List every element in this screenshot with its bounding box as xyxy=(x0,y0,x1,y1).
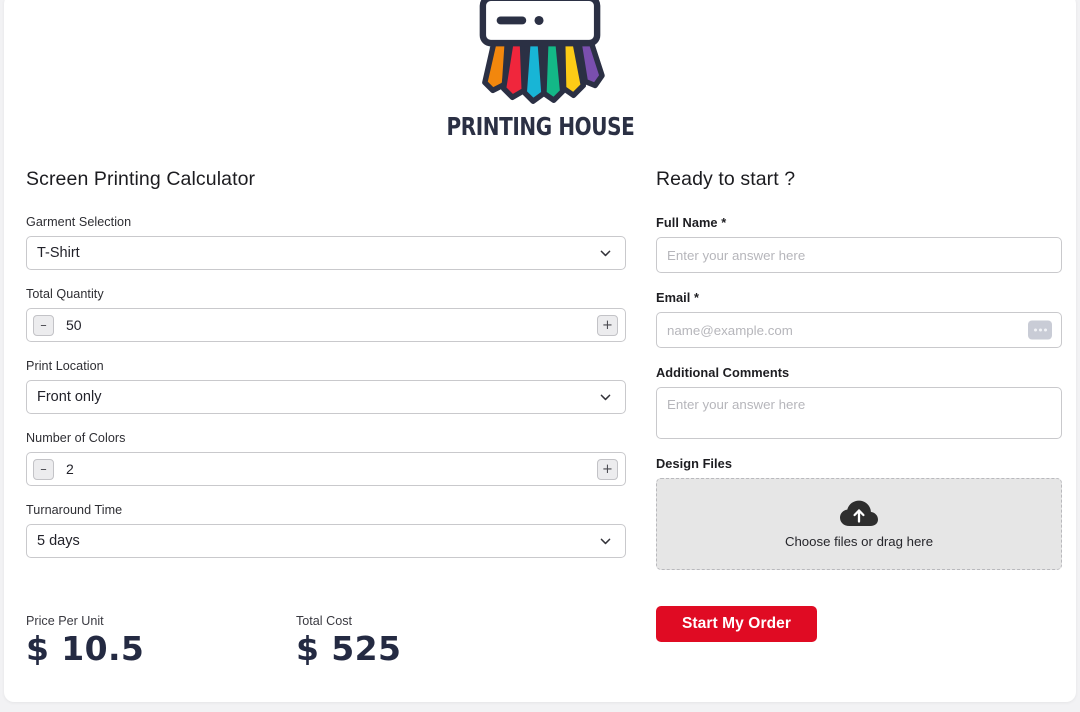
field-full-name: Full Name * Enter your answer here xyxy=(656,215,1062,273)
additional-comments-placeholder: Enter your answer here xyxy=(667,397,805,412)
field-additional-comments: Additional Comments Enter your answer he… xyxy=(656,365,1062,439)
printer-with-color-swatches-icon xyxy=(460,0,620,116)
decrement-total-quantity-button[interactable]: – xyxy=(33,315,54,336)
additional-comments-field[interactable]: Enter your answer here xyxy=(656,387,1062,439)
price-summary: Price Per Unit $ 10.5 Total Cost $ 525 xyxy=(26,614,626,667)
label-additional-comments: Additional Comments xyxy=(656,365,1062,380)
value-garment-selection: T-Shirt xyxy=(37,245,80,261)
brand-logo: PRINTING HOUSE xyxy=(4,0,1076,166)
select-print-location[interactable]: Front only xyxy=(26,380,626,414)
decrement-number-of-colors-button[interactable]: – xyxy=(33,459,54,480)
price-per-unit-block: Price Per Unit $ 10.5 xyxy=(26,614,296,667)
total-cost-value: $ 525 xyxy=(296,632,401,667)
field-number-of-colors: Number of Colors – 2 + xyxy=(26,431,626,486)
increment-number-of-colors-button[interactable]: + xyxy=(597,459,618,480)
email-field[interactable]: name@example.com xyxy=(656,312,1062,348)
chevron-down-icon xyxy=(599,535,612,548)
dot xyxy=(1044,329,1047,332)
value-print-location: Front only xyxy=(37,389,101,405)
label-number-of-colors: Number of Colors xyxy=(26,431,626,445)
select-garment-selection[interactable]: T-Shirt xyxy=(26,236,626,270)
label-design-files: Design Files xyxy=(656,456,1062,471)
field-turnaround-time: Turnaround Time 5 days xyxy=(26,503,626,558)
value-turnaround-time: 5 days xyxy=(37,533,80,549)
brand-wordmark: PRINTING HOUSE xyxy=(446,114,634,139)
field-garment-selection: Garment Selection T-Shirt xyxy=(26,215,626,270)
full-name-placeholder: Enter your answer here xyxy=(667,248,805,263)
full-name-field[interactable]: Enter your answer here xyxy=(656,237,1062,273)
dropzone-label: Choose files or drag here xyxy=(785,534,933,549)
stepper-total-quantity[interactable]: – 50 + xyxy=(26,308,626,342)
email-placeholder: name@example.com xyxy=(667,323,793,338)
chevron-down-icon xyxy=(599,391,612,404)
field-design-files: Design Files Choose files or drag here xyxy=(656,456,1062,570)
form-card: PRINTING HOUSE Screen Printing Calculato… xyxy=(4,0,1076,702)
total-cost-caption: Total Cost xyxy=(296,614,401,628)
chevron-down-icon xyxy=(599,247,612,260)
field-print-location: Print Location Front only xyxy=(26,359,626,414)
increment-total-quantity-button[interactable]: + xyxy=(597,315,618,336)
stepper-number-of-colors[interactable]: – 2 + xyxy=(26,452,626,486)
order-form-title: Ready to start ? xyxy=(656,168,1062,191)
label-total-quantity: Total Quantity xyxy=(26,287,626,301)
calculator-panel: Screen Printing Calculator Garment Selec… xyxy=(26,168,626,575)
select-turnaround-time[interactable]: 5 days xyxy=(26,524,626,558)
label-print-location: Print Location xyxy=(26,359,626,373)
label-full-name: Full Name * xyxy=(656,215,1062,230)
value-number-of-colors: 2 xyxy=(66,461,74,477)
price-per-unit-value: $ 10.5 xyxy=(26,632,296,667)
dot xyxy=(1039,329,1042,332)
dot xyxy=(1034,329,1037,332)
field-email: Email * name@example.com xyxy=(656,290,1062,348)
label-turnaround-time: Turnaround Time xyxy=(26,503,626,517)
value-total-quantity: 50 xyxy=(66,317,82,333)
order-form-panel: Ready to start ? Full Name * Enter your … xyxy=(656,168,1062,642)
start-my-order-button[interactable]: Start My Order xyxy=(656,606,817,642)
field-total-quantity: Total Quantity – 50 + xyxy=(26,287,626,342)
label-email: Email * xyxy=(656,290,1062,305)
label-garment-selection: Garment Selection xyxy=(26,215,626,229)
three-dots-icon[interactable] xyxy=(1028,321,1052,340)
calculator-title: Screen Printing Calculator xyxy=(26,168,626,191)
cloud-upload-icon xyxy=(839,500,879,528)
design-files-dropzone[interactable]: Choose files or drag here xyxy=(656,478,1062,570)
total-cost-block: Total Cost $ 525 xyxy=(296,614,401,667)
price-per-unit-caption: Price Per Unit xyxy=(26,614,296,628)
